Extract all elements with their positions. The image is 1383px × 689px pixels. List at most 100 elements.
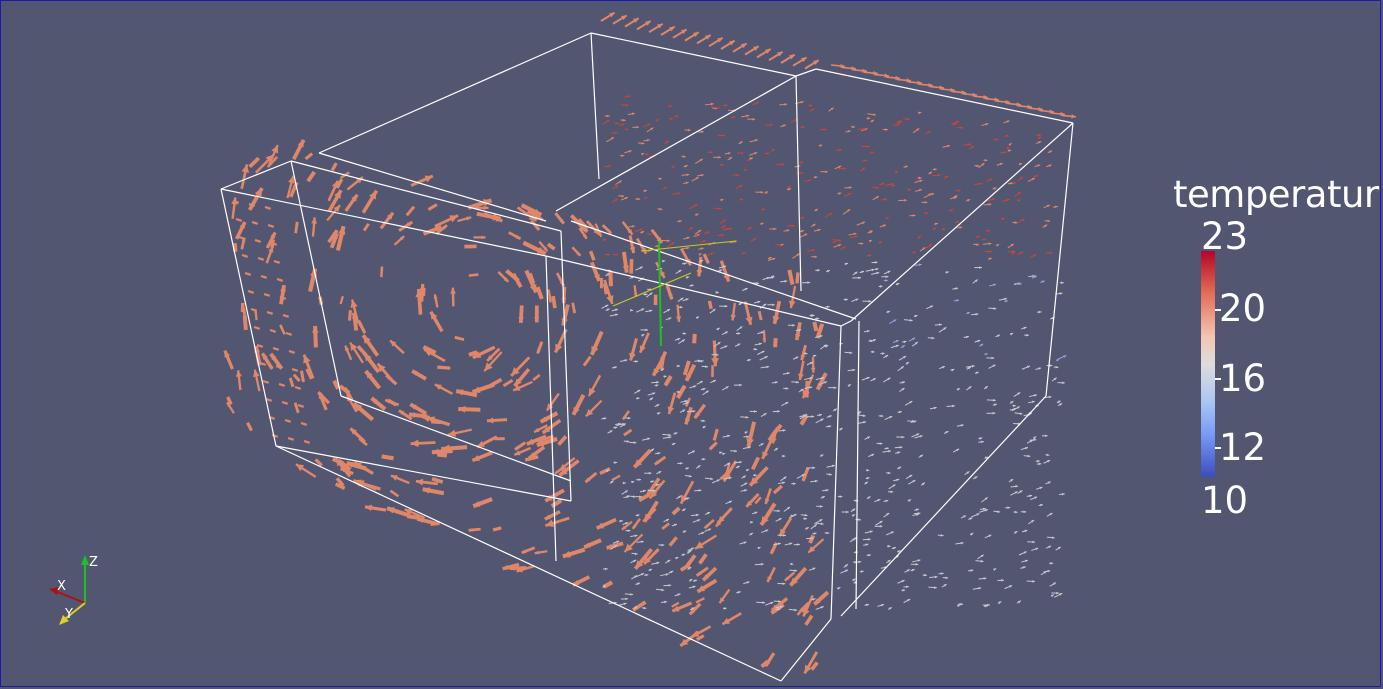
velocity-arrow: [625, 128, 629, 131]
velocity-arrow: [1026, 580, 1036, 583]
velocity-arrow: [1012, 404, 1016, 407]
velocity-arrow: [948, 208, 954, 212]
velocity-arrow: [707, 300, 713, 310]
velocity-arrow: [535, 286, 544, 300]
velocity-arrow: [883, 499, 889, 503]
velocity-arrow: [1021, 529, 1028, 533]
velocity-arrow: [288, 377, 295, 388]
velocity-arrow: [362, 222, 370, 232]
velocity-arrow: [282, 313, 290, 318]
velocity-arrow: [1013, 510, 1018, 514]
velocity-arrow: [896, 466, 902, 470]
velocity-arrow: [1036, 462, 1042, 466]
velocity-arrow: [376, 362, 396, 384]
velocity-arrow: [625, 529, 631, 532]
velocity-arrow: [736, 332, 741, 335]
velocity-arrow: [688, 585, 696, 589]
velocity-arrow: [838, 427, 843, 431]
velocity-arrow: [879, 182, 885, 186]
color-legend[interactable]: temperatur 23 20 16 12 10: [1173, 173, 1383, 523]
velocity-arrow: [858, 414, 866, 417]
velocity-arrow: [862, 538, 871, 541]
y-axis-label: Y: [65, 607, 73, 622]
velocity-arrow: [783, 387, 789, 390]
velocity-arrow: [624, 150, 632, 154]
velocity-arrow: [998, 297, 1008, 301]
velocity-arrow: [760, 222, 764, 226]
velocity-arrow: [824, 344, 829, 348]
velocity-arrow: [808, 534, 816, 544]
velocity-arrow: [650, 228, 664, 244]
velocity-arrow: [630, 559, 637, 564]
velocity-arrow: [993, 510, 1001, 513]
velocity-arrow: [294, 385, 302, 390]
velocity-arrow: [1027, 177, 1035, 182]
velocity-glyphs: [223, 11, 1077, 675]
velocity-arrow: [781, 454, 786, 458]
velocity-arrow: [1057, 381, 1065, 385]
velocity-arrow: [1046, 536, 1055, 539]
velocity-arrow: [293, 402, 300, 414]
velocity-arrow: [875, 520, 883, 526]
velocity-arrow: [599, 467, 611, 475]
velocity-arrow: [602, 580, 614, 589]
velocity-arrow: [864, 436, 871, 440]
velocity-arrow: [427, 203, 438, 211]
velocity-arrow: [740, 489, 748, 492]
velocity-arrow: [551, 295, 557, 309]
velocity-arrow: [882, 128, 888, 131]
velocity-arrow: [887, 490, 894, 494]
box-edge: [318, 32, 592, 154]
velocity-arrow: [671, 442, 676, 446]
box-edge: [318, 152, 547, 222]
box-edge: [795, 68, 817, 77]
velocity-arrow: [694, 229, 702, 235]
velocity-arrow: [722, 452, 726, 456]
velocity-arrow: [262, 379, 270, 384]
velocity-arrow: [847, 368, 856, 372]
velocity-arrow: [771, 381, 778, 384]
velocity-arrow: [843, 563, 849, 568]
velocity-arrow: [304, 152, 314, 161]
velocity-arrow: [892, 339, 899, 343]
velocity-arrow: [682, 332, 687, 335]
velocity-arrow: [1004, 300, 1009, 303]
velocity-arrow: [739, 198, 744, 201]
velocity-arrow: [671, 601, 680, 608]
velocity-arrow: [866, 116, 871, 120]
velocity-arrow: [693, 403, 707, 420]
velocity-arrow: [743, 168, 747, 171]
velocity-arrow: [405, 205, 416, 217]
velocity-arrow: [852, 578, 856, 582]
box-edge: [555, 75, 797, 212]
velocity-arrow: [858, 421, 867, 424]
velocity-arrow: [750, 237, 757, 242]
velocity-arrow: [874, 267, 879, 271]
velocity-arrow: [386, 398, 398, 407]
velocity-arrow: [924, 211, 929, 215]
velocity-arrow: [824, 531, 830, 535]
velocity-arrow: [655, 588, 665, 592]
velocity-arrow: [839, 246, 846, 251]
velocity-arrow: [864, 481, 869, 485]
velocity-arrow: [941, 227, 946, 231]
velocity-arrow: [636, 20, 652, 31]
velocity-arrow: [1045, 453, 1050, 457]
velocity-arrow: [620, 196, 629, 201]
velocity-arrow: [1057, 402, 1063, 406]
velocity-arrow: [862, 159, 868, 162]
velocity-arrow: [662, 433, 672, 437]
velocity-arrow: [450, 287, 456, 307]
velocity-arrow: [727, 227, 733, 231]
velocity-arrow: [674, 115, 679, 118]
velocity-arrow: [676, 364, 681, 368]
velocity-arrow: [356, 345, 367, 356]
velocity-arrow: [974, 266, 982, 269]
velocity-arrow: [996, 243, 1000, 247]
velocity-arrow: [619, 154, 625, 158]
velocity-arrow: [629, 258, 634, 274]
velocity-arrow: [708, 441, 718, 451]
velocity-arrow: [986, 398, 996, 402]
render-view[interactable]: temperatur 23 20 16 12 10 Z X Y: [0, 0, 1381, 687]
velocity-arrow: [765, 601, 774, 606]
